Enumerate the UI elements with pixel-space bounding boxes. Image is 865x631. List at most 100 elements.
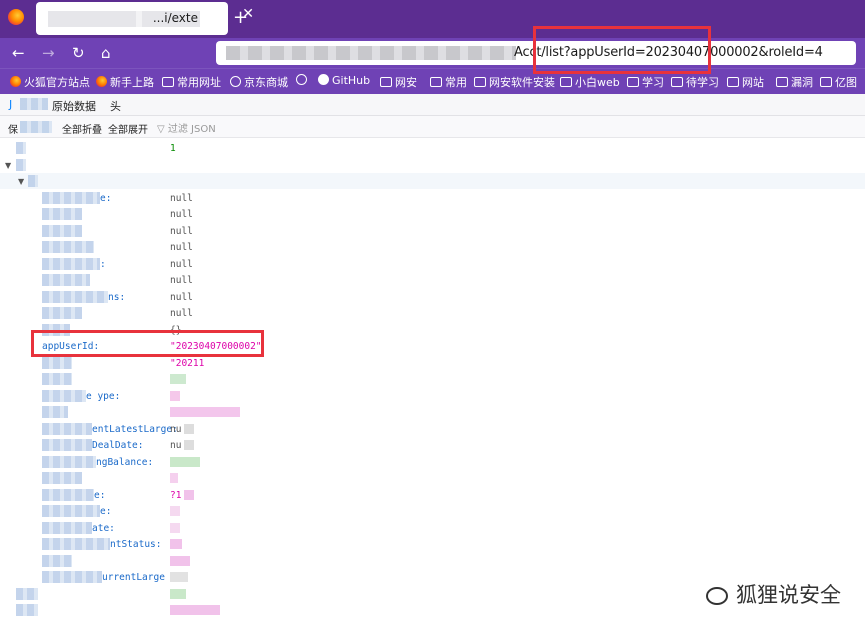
json-row[interactable]: ate: xyxy=(0,520,865,536)
json-toolbar: 保 全部折叠 全部展开 ▽ 过滤 JSON xyxy=(0,116,865,138)
watermark-text: 狐狸说安全 xyxy=(736,583,841,607)
json-row[interactable]: null xyxy=(0,272,865,288)
redacted-key xyxy=(42,290,108,303)
json-row[interactable]: ▼ xyxy=(0,157,865,173)
tab-json[interactable]: J xyxy=(9,98,12,111)
redacted-key xyxy=(42,274,90,286)
bookmark-label: 亿图 xyxy=(835,76,857,89)
new-tab-button[interactable]: + xyxy=(233,7,248,28)
redacted-key xyxy=(42,521,92,534)
url-redacted-segment xyxy=(226,46,516,60)
redacted-value xyxy=(170,407,240,417)
bookmark-item[interactable]: 常用网址 xyxy=(162,74,221,90)
json-row[interactable]: null xyxy=(0,239,865,255)
watermark: 狐狸说安全 xyxy=(706,579,841,609)
json-row[interactable] xyxy=(0,470,865,486)
browser-tab-active[interactable]: ...i/exte ✕ xyxy=(36,2,254,35)
json-row[interactable]: e ype: xyxy=(0,388,865,404)
json-row[interactable] xyxy=(0,371,865,387)
json-row[interactable]: ns: null xyxy=(0,289,865,305)
folder-icon xyxy=(627,77,639,87)
json-row[interactable]: e: xyxy=(0,503,865,519)
globe-icon xyxy=(230,76,241,87)
navigation-toolbar: ← → ↻ ⌂ Acct/list?appUserId=202304070000… xyxy=(0,38,865,68)
bookmark-item[interactable]: 火狐官方站点 xyxy=(10,74,90,90)
firefox-icon[interactable] xyxy=(8,9,24,25)
bookmark-item[interactable]: 常用 xyxy=(430,74,467,90)
json-row[interactable]: null xyxy=(0,305,865,321)
json-key: ngBalance: xyxy=(96,456,154,468)
json-row[interactable]: ngBalance: xyxy=(0,454,865,470)
bookmark-item[interactable]: 网站 xyxy=(727,74,764,90)
json-row[interactable]: null xyxy=(0,206,865,222)
bookmark-item[interactable]: 网安 xyxy=(380,74,417,90)
json-row[interactable]: null xyxy=(0,223,865,239)
redacted-value xyxy=(184,423,194,434)
home-button[interactable]: ⌂ xyxy=(101,44,111,62)
redacted-key xyxy=(42,356,72,369)
redacted-button xyxy=(20,121,52,133)
bookmark-item[interactable]: GitHub xyxy=(318,74,370,87)
json-key: e: xyxy=(94,489,106,501)
bookmark-item[interactable]: 小白web xyxy=(560,74,620,90)
redacted-key xyxy=(42,373,72,385)
wechat-icon xyxy=(706,587,728,605)
expand-toggle-icon[interactable]: ▼ xyxy=(5,161,11,170)
bookmark-item[interactable]: 网安软件安装 xyxy=(474,74,555,90)
json-row[interactable]: 1 xyxy=(0,140,865,156)
filter-json-input[interactable]: ▽ 过滤 JSON xyxy=(157,120,216,135)
redacted-key xyxy=(42,241,94,253)
redacted-key xyxy=(16,604,38,616)
redacted-tab xyxy=(20,98,48,110)
redacted-key xyxy=(42,257,100,270)
folder-icon xyxy=(560,77,572,87)
folder-icon xyxy=(776,77,788,87)
bookmark-item[interactable]: 京东商城 xyxy=(230,74,288,90)
json-row[interactable] xyxy=(0,553,865,569)
json-key: ate: xyxy=(92,522,115,534)
bookmark-item[interactable]: 漏洞 xyxy=(776,74,813,90)
json-row[interactable]: e: ?1 xyxy=(0,487,865,503)
collapse-all-button[interactable]: 全部折叠 xyxy=(62,121,102,136)
json-row[interactable]: e: null xyxy=(0,190,865,206)
bookmark-label: 常用 xyxy=(445,76,467,89)
json-row[interactable]: DealDate: nu xyxy=(0,437,865,453)
forward-button[interactable]: → xyxy=(42,44,55,62)
tab-strip: ...i/exte ✕ + xyxy=(0,0,865,38)
json-row[interactable]: ntStatus: xyxy=(0,536,865,552)
json-key: e: xyxy=(100,192,112,204)
json-row[interactable]: : null xyxy=(0,256,865,272)
expand-toggle-icon[interactable]: ▼ xyxy=(18,177,24,186)
json-row[interactable]: entLatestLarge: nu xyxy=(0,421,865,437)
back-button[interactable]: ← xyxy=(12,44,25,62)
save-button[interactable]: 保 xyxy=(8,121,18,136)
folder-icon xyxy=(727,77,739,87)
bookmark-label: 火狐官方站点 xyxy=(24,76,90,89)
bookmark-item[interactable]: 待学习 xyxy=(671,74,719,90)
tab-raw-data[interactable]: 原始数据 xyxy=(52,98,96,114)
json-row[interactable] xyxy=(0,404,865,420)
json-key: : xyxy=(100,258,106,270)
json-value: null xyxy=(170,242,193,253)
bookmarks-toolbar: 火狐官方站点 新手上路 常用网址 京东商城 GitHub 网安 常用 网安软件安装 小白web 学… xyxy=(0,68,865,94)
expand-all-button[interactable]: 全部展开 xyxy=(108,121,148,136)
bookmark-item[interactable]: 亿图 xyxy=(820,74,857,90)
redacted-key xyxy=(42,406,68,418)
json-value: nu xyxy=(170,440,182,451)
json-value: null xyxy=(170,275,193,286)
bookmark-label: 学习 xyxy=(642,76,664,89)
redacted-key xyxy=(42,224,82,237)
bookmark-item[interactable]: 新手上路 xyxy=(96,74,154,90)
bookmark-label: 新手上路 xyxy=(110,76,154,89)
tab-headers[interactable]: 头 xyxy=(110,98,121,114)
redacted-key xyxy=(42,439,92,451)
folder-icon xyxy=(474,77,486,87)
json-row[interactable]: ▼ xyxy=(0,173,865,189)
json-value: null xyxy=(170,209,193,220)
bookmark-item[interactable]: 学习 xyxy=(627,74,664,90)
json-key: entLatestLarge: xyxy=(92,423,178,435)
bookmark-item[interactable] xyxy=(296,74,310,87)
redacted-value xyxy=(170,390,180,401)
reload-button[interactable]: ↻ xyxy=(72,44,85,62)
redacted-key xyxy=(16,587,38,600)
